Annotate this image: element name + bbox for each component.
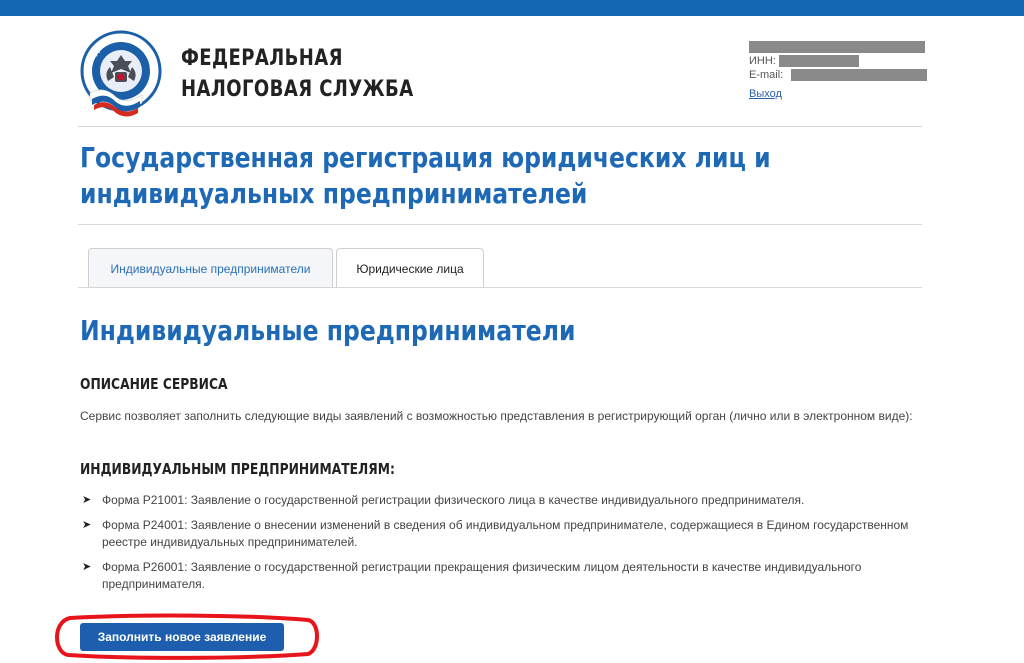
section-title: Индивидуальные предприниматели — [80, 314, 576, 347]
inn-label: ИНН: — [749, 55, 776, 67]
org-name-line-2: НАЛОГОВАЯ СЛУЖБА — [181, 77, 414, 102]
redacted-inn — [779, 55, 859, 67]
individual-entrepreneurs-heading: ИНДИВИДУАЛЬНЫМ ПРЕДПРИНИМАТЕЛЯМ: — [80, 460, 395, 478]
form-item-r21001: ➤ Форма Р21001: Заявление о государствен… — [80, 492, 920, 509]
org-name-line-1: ФЕДЕРАЛЬНАЯ — [181, 46, 343, 71]
redacted-user-name — [749, 41, 925, 53]
service-description-heading: ОПИСАНИЕ СЕРВИСА — [80, 375, 228, 393]
logout-link[interactable]: Выход — [749, 88, 782, 100]
form-item-r24001: ➤ Форма Р24001: Заявление о внесении изм… — [80, 517, 920, 551]
page-title-line-2: индивидуальных предпринимателей — [80, 177, 588, 210]
page-title: Государственная регистрация юридических … — [80, 140, 771, 212]
user-email-line: E-mail: — [749, 68, 929, 82]
page-title-line-1: Государственная регистрация юридических … — [80, 141, 771, 174]
form-item-text: Форма Р21001: Заявление о государственно… — [102, 493, 805, 507]
tabs-baseline — [78, 287, 922, 288]
header-divider — [78, 126, 922, 127]
form-item-r26001: ➤ Форма Р26001: Заявление о государствен… — [80, 559, 920, 593]
title-divider — [78, 224, 922, 225]
form-item-text: Форма Р24001: Заявление о внесении измен… — [102, 518, 909, 549]
arrow-bullet-icon: ➤ — [82, 494, 92, 506]
redacted-email — [791, 69, 927, 81]
tab-legal-entities[interactable]: Юридические лица — [336, 248, 484, 288]
user-info-panel: ИНН: E-mail: Выход — [749, 40, 929, 100]
tab-individual-entrepreneurs[interactable]: Индивидуальные предприниматели — [88, 248, 333, 288]
arrow-bullet-icon: ➤ — [82, 561, 92, 573]
arrow-bullet-icon: ➤ — [82, 519, 92, 531]
forms-list: ➤ Форма Р21001: Заявление о государствен… — [80, 492, 920, 593]
fns-emblem-logo: ФЕДЕРАЛЬНАЯ НАЛОГОВАЯ СЛУЖБА — [80, 27, 162, 117]
form-item-text: Форма Р26001: Заявление о государственно… — [102, 560, 862, 591]
user-name-line — [749, 40, 929, 54]
email-label: E-mail: — [749, 69, 784, 81]
organization-name: ФЕДЕРАЛЬНАЯ НАЛОГОВАЯ СЛУЖБА — [181, 43, 414, 105]
user-inn-line: ИНН: — [749, 54, 929, 68]
fill-new-application-button[interactable]: Заполнить новое заявление — [80, 623, 284, 651]
service-description: Сервис позволяет заполнить следующие вид… — [80, 409, 913, 423]
top-brand-bar — [0, 0, 1024, 16]
